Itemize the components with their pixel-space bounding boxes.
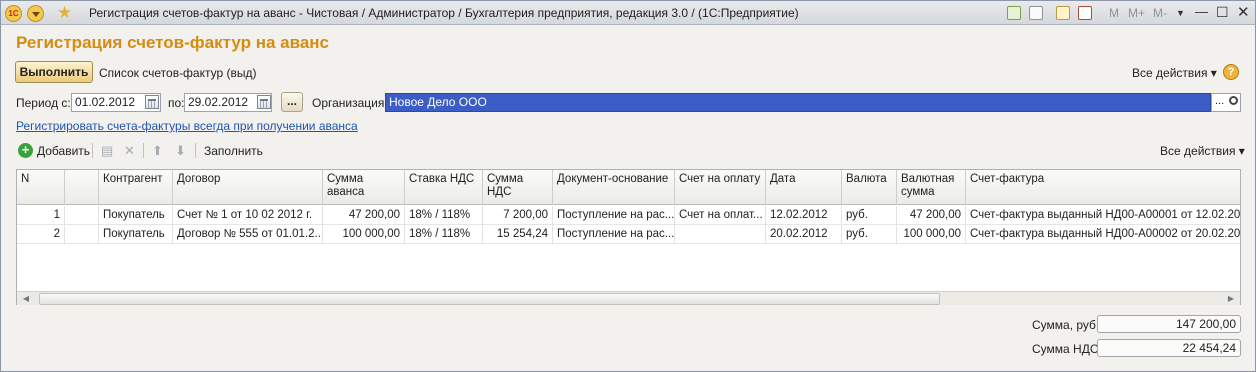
toolbar-separator [195, 143, 196, 158]
org-label: Организация: [312, 96, 388, 110]
invoice-list-link[interactable]: Список счетов-фактур (выд) [99, 66, 257, 80]
advances-table[interactable]: N Контрагент Договор Сумма аванса Ставка… [16, 169, 1241, 305]
cell-date: 12.02.2012 [766, 206, 842, 225]
copy-icon[interactable]: ▤ [101, 143, 113, 159]
cell-n: 1 [17, 206, 65, 225]
window-title: Регистрация счетов-фактур на аванс - Чис… [89, 6, 799, 20]
total-sum-field: 147 200,00 [1097, 315, 1241, 333]
cell-vat-rate: 18% / 118% [405, 206, 483, 225]
run-button[interactable]: Выполнить [15, 61, 93, 83]
add-button[interactable]: Добавить [37, 144, 90, 158]
help-icon[interactable]: ? [1223, 64, 1239, 80]
col-header-advance-sum[interactable]: Сумма аванса [323, 170, 405, 205]
cell-invoice: Счет-фактура выданный НД00-А00002 от 20.… [970, 228, 1240, 240]
col-header-invoice[interactable]: Счет-фактура [966, 170, 1240, 205]
cell-currency-sum: 47 200,00 [897, 206, 966, 225]
cell-advance-sum: 100 000,00 [323, 225, 405, 244]
cell-vat-sum: 15 254,24 [483, 225, 553, 244]
calculator-icon[interactable] [1056, 6, 1070, 20]
calendar-icon[interactable] [1078, 6, 1092, 20]
toolbar-separator [143, 143, 144, 158]
cell-currency: руб. [842, 206, 897, 225]
horizontal-scrollbar[interactable]: ◀ ▶ [17, 291, 1240, 305]
fill-button[interactable]: Заполнить [204, 144, 263, 158]
cell-mark [65, 206, 99, 225]
period-to-value: 29.02.2012 [188, 95, 249, 109]
cell-counterparty: Покупатель [99, 206, 173, 225]
register-always-link[interactable]: Регистрировать счета-фактуры всегда при … [16, 119, 358, 133]
org-select-dots: ... [1215, 95, 1225, 107]
period-select-button[interactable]: ... [281, 92, 303, 112]
col-header-payment-invoice[interactable]: Счет на оплату [675, 170, 766, 205]
toolbar-separator [92, 143, 93, 158]
cell-contract: Договор № 555 от 01.01.2... [173, 225, 323, 244]
col-header-vat-sum[interactable]: Сумма НДС [483, 170, 553, 205]
favorite-star-icon[interactable]: ★ [57, 3, 72, 23]
maximize-icon[interactable]: ☐ [1216, 4, 1229, 21]
memory-m-button[interactable]: M [1109, 6, 1119, 20]
col-header-currency[interactable]: Валюта [842, 170, 897, 205]
period-from-label: Период с: [16, 96, 71, 110]
cell-base-document: Поступление на рас... [553, 225, 675, 244]
cell-currency-sum: 100 000,00 [897, 225, 966, 244]
cell-date: 20.02.2012 [766, 225, 842, 244]
dropdown-arrow-icon[interactable]: ▼ [1176, 8, 1185, 18]
total-sum-label: Сумма, руб.: [1032, 318, 1103, 332]
app-logo-icon[interactable]: 1С [5, 5, 22, 22]
table-row[interactable]: 1 Покупатель Счет № 1 от 10 02 2012 г. 4… [17, 206, 1240, 225]
delete-icon[interactable]: ✕ [124, 143, 135, 159]
total-vat-label: Сумма НДС: [1032, 342, 1102, 356]
org-value: Новое Дело ООО [389, 95, 487, 109]
col-header-vat-rate[interactable]: Ставка НДС [405, 170, 483, 205]
org-select-button[interactable]: ... [1211, 93, 1241, 112]
print-icon[interactable] [1029, 6, 1043, 20]
table-all-actions-menu[interactable]: Все действия ▾ [1160, 144, 1245, 158]
app-window: 1С ★ Регистрация счетов-фактур на аванс … [0, 0, 1256, 372]
period-from-calendar-icon[interactable] [145, 95, 159, 109]
period-to-label: по: [168, 96, 185, 110]
cell-vat-rate: 18% / 118% [405, 225, 483, 244]
col-header-contract[interactable]: Договор [173, 170, 323, 205]
move-down-icon[interactable]: ⬇ [175, 143, 186, 159]
org-search-icon[interactable] [1229, 96, 1238, 105]
memory-m-plus-button[interactable]: M+ [1128, 6, 1145, 20]
col-header-date[interactable]: Дата [766, 170, 842, 205]
cell-vat-sum: 7 200,00 [483, 206, 553, 225]
cell-counterparty: Покупатель [99, 225, 173, 244]
scroll-left-icon[interactable]: ◀ [19, 293, 33, 305]
cell-payment-invoice [675, 225, 766, 244]
period-to-calendar-icon[interactable] [257, 95, 271, 109]
org-field[interactable]: Новое Дело ООО [385, 93, 1211, 112]
add-icon[interactable]: + [18, 143, 33, 158]
cell-n: 2 [17, 225, 65, 244]
col-header-mark[interactable] [65, 170, 99, 205]
main-menu-icon[interactable] [27, 5, 44, 22]
scrollbar-thumb[interactable] [39, 293, 940, 305]
form-all-actions-menu[interactable]: Все действия ▾ [1132, 66, 1217, 80]
cell-base-document: Поступление на рас... [553, 206, 675, 225]
close-icon[interactable]: ✕ [1237, 3, 1250, 21]
total-vat-field: 22 454,24 [1097, 339, 1241, 357]
cell-invoice: Счет-фактура выданный НД00-А00001 от 12.… [970, 209, 1240, 221]
memory-m-minus-button[interactable]: M- [1153, 6, 1167, 20]
col-header-counterparty[interactable]: Контрагент [99, 170, 173, 205]
col-header-n[interactable]: N [17, 170, 65, 205]
minimize-icon[interactable]: — [1195, 4, 1208, 19]
table-header: N Контрагент Договор Сумма аванса Ставка… [17, 170, 1240, 205]
cell-advance-sum: 47 200,00 [323, 206, 405, 225]
move-up-icon[interactable]: ⬆ [152, 143, 163, 159]
navigate-icon[interactable] [1007, 6, 1021, 20]
form-heading: Регистрация счетов-фактур на аванс [16, 33, 330, 52]
cell-currency: руб. [842, 225, 897, 244]
cell-mark [65, 225, 99, 244]
period-from-value: 01.02.2012 [75, 95, 136, 109]
cell-contract: Счет № 1 от 10 02 2012 г. [173, 206, 323, 225]
title-bar: 1С ★ Регистрация счетов-фактур на аванс … [1, 1, 1255, 25]
scroll-right-icon[interactable]: ▶ [1224, 293, 1238, 305]
cell-payment-invoice: Счет на оплат... [675, 206, 766, 225]
col-header-currency-sum[interactable]: Валютная сумма [897, 170, 966, 205]
table-row[interactable]: 2 Покупатель Договор № 555 от 01.01.2...… [17, 225, 1240, 244]
col-header-base-document[interactable]: Документ-основание [553, 170, 675, 205]
